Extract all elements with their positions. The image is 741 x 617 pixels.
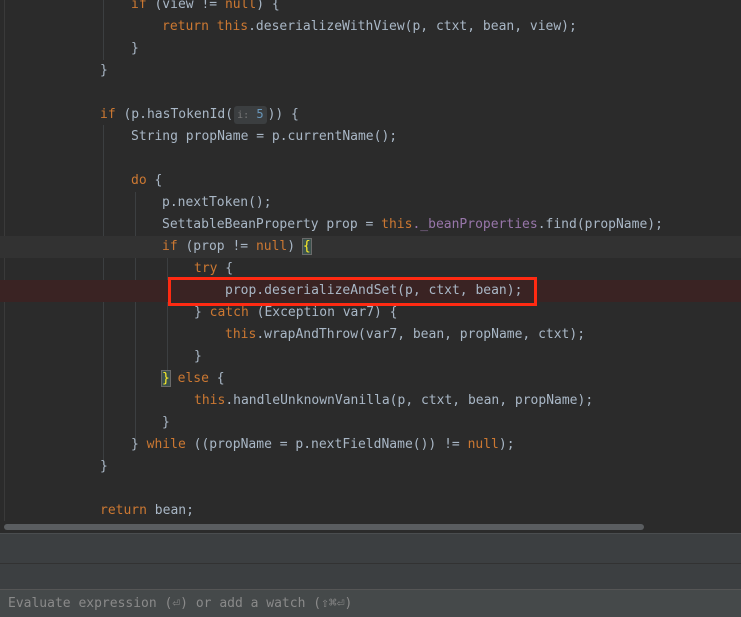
code-line-1[interactable]: if (view != null) { [131, 0, 280, 16]
code-line-7[interactable]: do { [131, 170, 162, 192]
evaluate-expression-bar [0, 589, 741, 617]
code-line-16[interactable]: } else { [161, 368, 225, 390]
code-line-2[interactable]: return this.deserializeWithView(p, ctxt,… [162, 16, 577, 38]
indent-guide [135, 192, 136, 444]
code-line-21[interactable]: return bean; [100, 500, 194, 521]
code-line-9[interactable]: SettableBeanProperty prop = this._beanPr… [162, 214, 663, 236]
parameter-hint: i: 5 [234, 106, 267, 124]
current-line-highlight [0, 236, 741, 258]
code-line-18[interactable]: } [162, 412, 170, 434]
code-line-8[interactable]: p.nextToken(); [162, 192, 272, 214]
code-line-20[interactable]: } [100, 456, 108, 478]
evaluate-expression-input[interactable] [0, 590, 741, 617]
code-line-19[interactable]: } while ((propName = p.nextFieldName()) … [131, 434, 515, 456]
matched-brace: { [301, 238, 312, 255]
highlight-annotation-box [168, 277, 537, 306]
indent-guide [167, 258, 168, 376]
code-line-5[interactable]: if (p.hasTokenId(i: 5)) { [100, 104, 299, 126]
code-line-14[interactable]: this.wrapAndThrow(var7, bean, propName, … [225, 324, 585, 346]
code-line-17[interactable]: this.handleUnknownVanilla(p, ctxt, bean,… [194, 390, 593, 412]
debugger-panel-toolbar [0, 533, 741, 564]
scrollbar-thumb[interactable] [4, 524, 644, 530]
indent-guide [103, 0, 104, 60]
code-line-15[interactable]: } [194, 346, 202, 368]
code-line-6[interactable]: String propName = p.currentName(); [131, 126, 397, 148]
code-line-10[interactable]: if (prop != null) { [162, 236, 312, 258]
debugger-panel-row [0, 563, 741, 590]
code-editor[interactable]: if (view != null) { return this.deserial… [0, 0, 741, 521]
code-line-3[interactable]: } [131, 38, 139, 60]
code-line-4[interactable]: } [100, 60, 108, 82]
gutter-divider [4, 0, 5, 521]
matched-brace: } [161, 370, 171, 387]
